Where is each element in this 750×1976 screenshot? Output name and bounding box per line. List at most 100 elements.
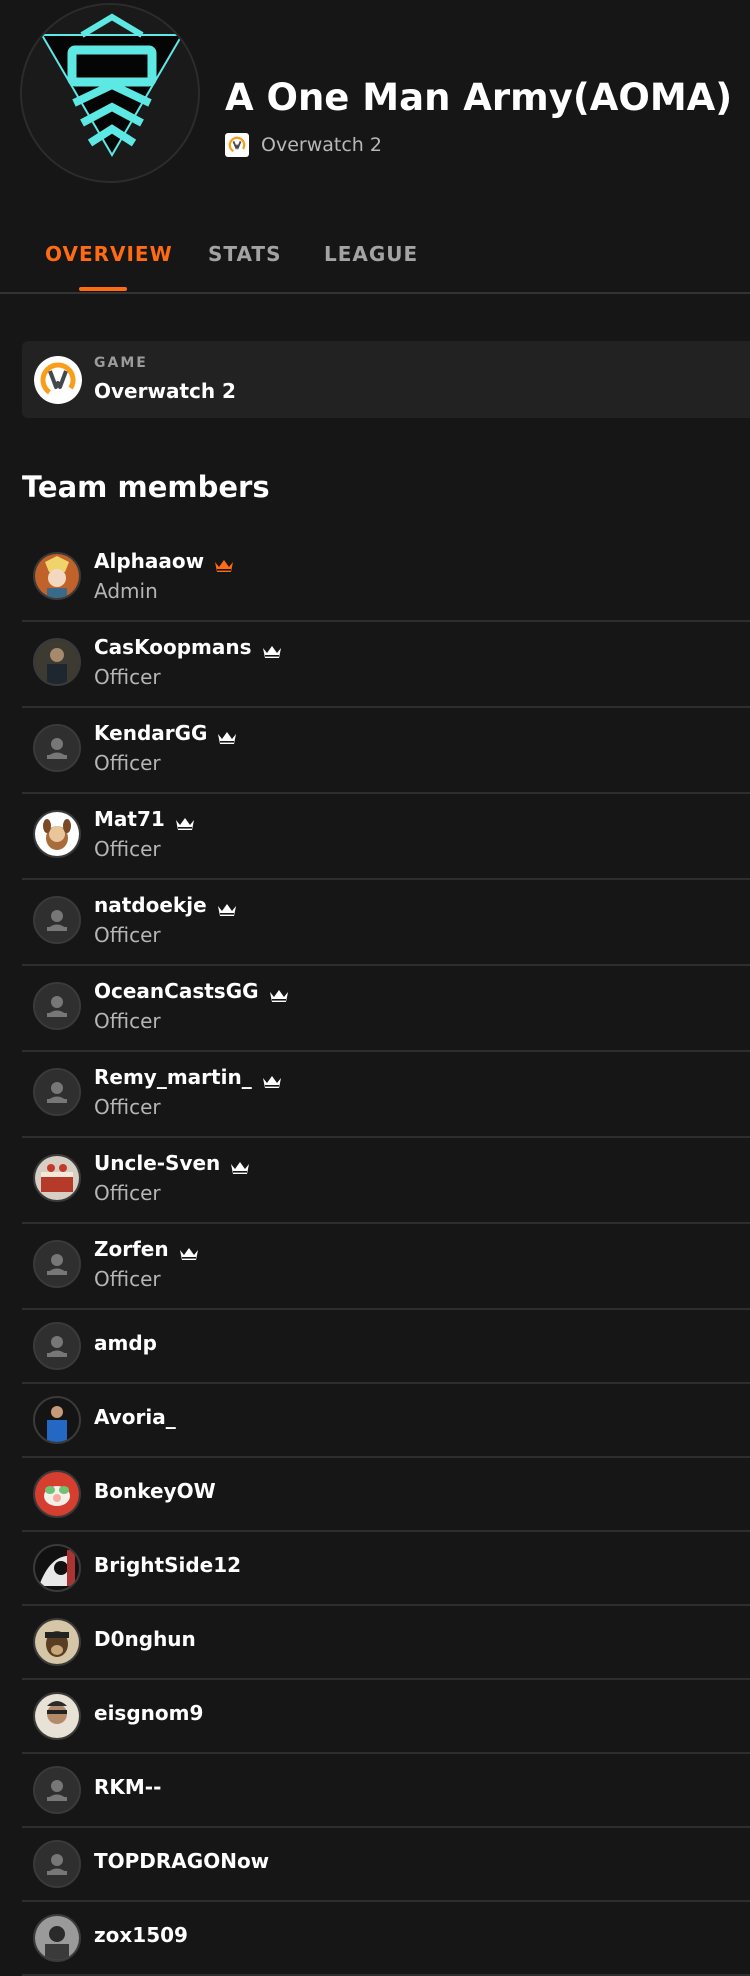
member-row[interactable]: Alphaaow Admin: [22, 536, 750, 622]
members-title: Team members: [22, 470, 270, 504]
member-row[interactable]: D0nghun: [22, 1606, 750, 1680]
member-row[interactable]: RKM--: [22, 1754, 750, 1828]
team-game: Overwatch 2: [225, 133, 382, 157]
members-list: Alphaaow Admin CasKoopmans Officer KendarGG O…: [22, 536, 750, 1976]
member-name-label: OceanCastsGG: [94, 979, 259, 1003]
member-name: Remy_martin_: [94, 1065, 282, 1089]
member-row[interactable]: BonkeyOW: [22, 1458, 750, 1532]
tab-bar: OVERVIEW STATS LEAGUE: [0, 180, 750, 294]
avatar: [33, 638, 81, 686]
member-name-label: Uncle-Sven: [94, 1151, 221, 1175]
officer-crown-icon: [262, 640, 282, 658]
member-role: Officer: [94, 1009, 161, 1033]
member-name: D0nghun: [94, 1627, 196, 1651]
member-name-label: zox1509: [94, 1923, 188, 1947]
avatar: [33, 1470, 81, 1518]
member-name-label: Zorfen: [94, 1237, 169, 1261]
officer-crown-icon: [217, 726, 237, 744]
admin-crown-icon: [214, 554, 234, 572]
member-name: BrightSide12: [94, 1553, 241, 1577]
member-name: Mat71: [94, 807, 195, 831]
avatar: [33, 1766, 81, 1814]
member-name-label: Remy_martin_: [94, 1065, 252, 1089]
member-row[interactable]: natdoekje Officer: [22, 880, 750, 966]
member-row[interactable]: eisgnom9: [22, 1680, 750, 1754]
member-name-label: Avoria_: [94, 1405, 176, 1429]
member-name: zox1509: [94, 1923, 188, 1947]
member-name: RKM--: [94, 1775, 161, 1799]
overwatch-icon: [34, 356, 82, 404]
member-name-label: natdoekje: [94, 893, 207, 917]
member-role: Admin: [94, 579, 158, 603]
officer-crown-icon: [179, 1242, 199, 1260]
member-name-label: CasKoopmans: [94, 635, 252, 659]
member-name: natdoekje: [94, 893, 237, 917]
member-role: Officer: [94, 1181, 161, 1205]
member-name-label: eisgnom9: [94, 1701, 204, 1725]
member-name-label: BrightSide12: [94, 1553, 242, 1577]
member-name: Zorfen: [94, 1237, 199, 1261]
officer-crown-icon: [269, 984, 289, 1002]
tab-overview[interactable]: OVERVIEW: [45, 242, 173, 266]
avatar: [33, 552, 81, 600]
avatar: [33, 1618, 81, 1666]
game-caption: GAME: [94, 355, 148, 371]
officer-crown-icon: [262, 1070, 282, 1088]
avatar: [33, 1840, 81, 1888]
avatar: [33, 1544, 81, 1592]
member-role: Officer: [94, 1267, 161, 1291]
avatar: [33, 896, 81, 944]
team-game-label: Overwatch 2: [261, 134, 382, 156]
overwatch-icon: [225, 133, 249, 157]
member-name-label: RKM--: [94, 1775, 162, 1799]
member-role: Officer: [94, 1095, 161, 1119]
member-name: amdp: [94, 1331, 157, 1355]
active-tab-indicator: [79, 287, 127, 291]
game-name: Overwatch 2: [94, 379, 236, 403]
avatar: [33, 1068, 81, 1116]
member-name-label: Mat71: [94, 807, 165, 831]
member-name: BonkeyOW: [94, 1479, 216, 1503]
member-row[interactable]: amdp: [22, 1310, 750, 1384]
member-name-label: BonkeyOW: [94, 1479, 216, 1503]
member-role: Officer: [94, 923, 161, 947]
member-row[interactable]: Zorfen Officer: [22, 1224, 750, 1310]
member-row[interactable]: Avoria_: [22, 1384, 750, 1458]
member-row[interactable]: BrightSide12: [22, 1532, 750, 1606]
member-row[interactable]: Mat71 Officer: [22, 794, 750, 880]
member-name-label: D0nghun: [94, 1627, 196, 1651]
member-row[interactable]: OceanCastsGG Officer: [22, 966, 750, 1052]
avatar: [33, 1914, 81, 1962]
officer-crown-icon: [230, 1156, 250, 1174]
member-row[interactable]: Remy_martin_ Officer: [22, 1052, 750, 1138]
team-header: A One Man Army(AOMA) Overwatch 2: [0, 0, 750, 183]
tab-stats[interactable]: STATS: [208, 242, 281, 266]
member-name-label: amdp: [94, 1331, 157, 1355]
tab-league[interactable]: LEAGUE: [324, 242, 418, 266]
avatar: [33, 1692, 81, 1740]
member-row[interactable]: Uncle-Sven Officer: [22, 1138, 750, 1224]
member-row[interactable]: TOPDRAGONow: [22, 1828, 750, 1902]
member-name: eisgnom9: [94, 1701, 203, 1725]
avatar: [33, 982, 81, 1030]
avatar: [33, 1396, 81, 1444]
officer-crown-icon: [217, 898, 237, 916]
member-name: Alphaaow: [94, 549, 234, 573]
member-name: CasKoopmans: [94, 635, 282, 659]
avatar: [33, 1322, 81, 1370]
game-card[interactable]: GAME Overwatch 2: [22, 341, 750, 418]
member-row[interactable]: KendarGG Officer: [22, 708, 750, 794]
avatar: [33, 1154, 81, 1202]
member-name: TOPDRAGONow: [94, 1849, 269, 1873]
member-name-label: KendarGG: [94, 721, 208, 745]
member-name: KendarGG: [94, 721, 237, 745]
member-name: OceanCastsGG: [94, 979, 289, 1003]
member-role: Officer: [94, 751, 161, 775]
team-logo-icon: [20, 3, 200, 183]
member-name: Uncle-Sven: [94, 1151, 250, 1175]
team-name: A One Man Army(AOMA): [225, 76, 733, 119]
member-row[interactable]: CasKoopmans Officer: [22, 622, 750, 708]
member-row[interactable]: zox1509: [22, 1902, 750, 1976]
avatar: [33, 1240, 81, 1288]
avatar: [33, 724, 81, 772]
